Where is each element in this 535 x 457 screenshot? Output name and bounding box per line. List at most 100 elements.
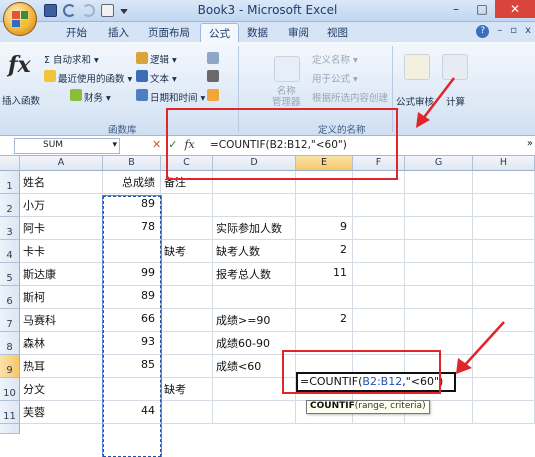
cell-b7[interactable]: 66 (103, 309, 161, 332)
cell-a3[interactable]: 阿卡 (20, 217, 103, 240)
row-header[interactable]: 4 (0, 240, 20, 263)
close-button[interactable]: ✕ (495, 0, 535, 18)
cell-a10[interactable]: 分文 (20, 378, 103, 401)
row-header[interactable]: 11 (0, 401, 20, 424)
cell-a9[interactable]: 热耳 (20, 355, 103, 378)
cell-a1[interactable]: 姓名 (20, 171, 103, 194)
cell-d8[interactable]: 成绩60-90 (213, 332, 296, 355)
row-header[interactable]: 10 (0, 378, 20, 401)
column-header-e[interactable]: E (296, 156, 353, 171)
math-icon[interactable] (207, 70, 219, 82)
cell-b11[interactable]: 44 (103, 401, 161, 424)
column-header-g[interactable]: G (405, 156, 473, 171)
more-functions-icon[interactable] (207, 89, 219, 101)
row-header[interactable]: 6 (0, 286, 20, 309)
cell-e6[interactable] (296, 286, 353, 309)
cell-b10[interactable] (103, 378, 161, 401)
cell-h1[interactable] (473, 171, 535, 194)
help-icon[interactable]: ? (476, 25, 490, 38)
cell-e4[interactable]: 2 (296, 240, 353, 263)
row-header[interactable]: 1 (0, 171, 20, 194)
cell-b8[interactable]: 93 (103, 332, 161, 355)
calculate-button[interactable]: 计算 (446, 94, 465, 108)
cell-h5[interactable] (473, 263, 535, 286)
autosum-button[interactable]: Σ 自动求和 ▾ (44, 52, 99, 66)
maximize-button[interactable]: □ (469, 0, 495, 18)
office-button[interactable] (3, 2, 37, 36)
cell-c4[interactable]: 缺考 (161, 240, 213, 263)
date-time-button[interactable]: 日期和时间 ▾ (150, 90, 205, 104)
cell-d10[interactable] (213, 378, 296, 401)
row-header[interactable]: 3 (0, 217, 20, 240)
cell-e1[interactable] (296, 171, 353, 194)
cell-h8[interactable] (473, 332, 535, 355)
cell-h9[interactable] (473, 355, 535, 378)
define-name-button[interactable]: 定义名称 ▾ (312, 52, 358, 66)
cell-g2[interactable] (405, 194, 473, 217)
cell-h2[interactable] (473, 194, 535, 217)
tab-home[interactable]: 开始 (66, 25, 87, 40)
tab-view[interactable]: 视图 (327, 25, 348, 40)
cell-d9[interactable]: 成绩<60 (213, 355, 296, 378)
cell-f8[interactable] (353, 332, 405, 355)
column-header-a[interactable]: A (20, 156, 103, 171)
cell-g7[interactable] (405, 309, 473, 332)
enter-icon[interactable]: ✓ (168, 138, 177, 151)
cell-a4[interactable]: 卡卡 (20, 240, 103, 263)
column-header-d[interactable]: D (213, 156, 296, 171)
formula-input[interactable]: =COUNTIF(B2:B12,"<60") (210, 139, 347, 151)
lookup-icon[interactable] (207, 52, 219, 64)
insert-function-button[interactable]: 插入函数 (2, 93, 40, 107)
cell-c1[interactable]: 备注 (161, 171, 213, 194)
row-header[interactable]: 7 (0, 309, 20, 332)
cell-e8[interactable] (296, 332, 353, 355)
cell-h6[interactable] (473, 286, 535, 309)
cell-f2[interactable] (353, 194, 405, 217)
create-from-selection-button[interactable]: 根据所选内容创建 (312, 90, 388, 104)
cell-g8[interactable] (405, 332, 473, 355)
doc-restore-button[interactable]: ▫ (510, 25, 517, 38)
use-in-formula-button[interactable]: 用于公式 ▾ (312, 71, 358, 85)
cell-f7[interactable] (353, 309, 405, 332)
select-all-button[interactable] (0, 156, 20, 171)
cell-d6[interactable] (213, 286, 296, 309)
cell-a11[interactable]: 芙蓉 (20, 401, 103, 424)
cell-c10[interactable]: 缺考 (161, 378, 213, 401)
row-header[interactable]: 2 (0, 194, 20, 217)
name-box[interactable]: SUM ▾ (14, 138, 120, 154)
row-header[interactable]: 5 (0, 263, 20, 286)
cell-g5[interactable] (405, 263, 473, 286)
insert-function-icon[interactable]: fx (8, 52, 31, 78)
column-header-c[interactable]: C (161, 156, 213, 171)
cell-b6[interactable]: 89 (103, 286, 161, 309)
cell-b2[interactable]: 89 (103, 194, 161, 217)
cell-h11[interactable] (473, 401, 535, 424)
cell-g1[interactable] (405, 171, 473, 194)
cell-e3[interactable]: 9 (296, 217, 353, 240)
row-header[interactable]: 8 (0, 332, 20, 355)
cell-c5[interactable] (161, 263, 213, 286)
tab-formulas[interactable]: 公式 (200, 23, 239, 42)
cell-d5[interactable]: 报考总人数 (213, 263, 296, 286)
cell-a7[interactable]: 马赛科 (20, 309, 103, 332)
cell-e5[interactable]: 11 (296, 263, 353, 286)
row-header[interactable]: 9 (0, 355, 20, 378)
cell-g6[interactable] (405, 286, 473, 309)
doc-close-button[interactable]: x (525, 25, 531, 38)
cell-f6[interactable] (353, 286, 405, 309)
name-manager-button[interactable]: 名称 管理器 (272, 86, 301, 108)
text-button[interactable]: 文本 ▾ (150, 71, 177, 85)
cell-a8[interactable]: 森林 (20, 332, 103, 355)
cell-b4[interactable] (103, 240, 161, 263)
cancel-icon[interactable]: ✕ (152, 138, 161, 151)
cell-d4[interactable]: 缺考人数 (213, 240, 296, 263)
name-box-dropdown-icon[interactable]: ▾ (112, 140, 117, 150)
active-cell-editor[interactable]: =COUNTIF(B2:B12,"<60") (296, 372, 456, 392)
tab-data[interactable]: 数据 (247, 25, 268, 40)
cell-c8[interactable] (161, 332, 213, 355)
cell-f1[interactable] (353, 171, 405, 194)
cell-e2[interactable] (296, 194, 353, 217)
cell-h7[interactable] (473, 309, 535, 332)
cell-e7[interactable]: 2 (296, 309, 353, 332)
cell-c3[interactable] (161, 217, 213, 240)
